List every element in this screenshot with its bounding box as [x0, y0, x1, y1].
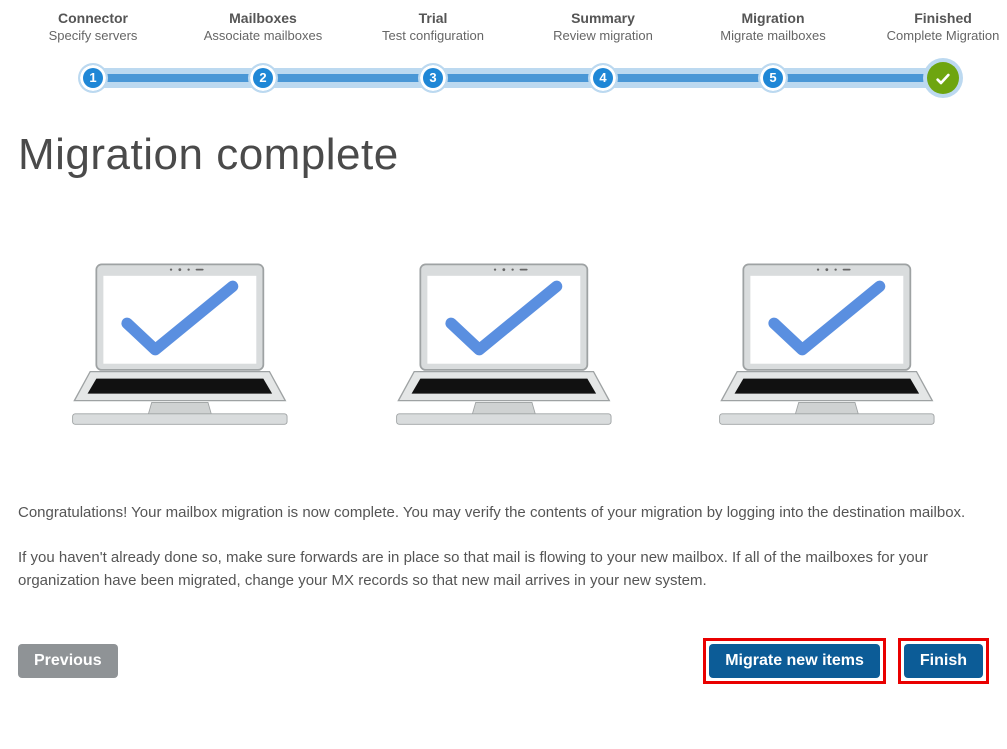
step-title: Trial [353, 10, 513, 26]
step-sub: Migrate mailboxes [693, 28, 853, 43]
step-node-5[interactable]: 5 [760, 65, 786, 91]
step-node-done[interactable] [927, 62, 959, 94]
laptop-illustration [48, 260, 312, 441]
body-paragraph-1: Congratulations! Your mailbox migration … [18, 501, 989, 524]
highlight-finish: Finish [898, 638, 989, 684]
laptop-illustration [372, 260, 636, 441]
step-migration: Migration Migrate mailboxes 5 [693, 10, 853, 43]
laptop-illustration [695, 260, 959, 441]
page-title: Migration complete [18, 130, 989, 180]
step-connector: Connector Specify servers 1 [13, 10, 173, 43]
step-sub: Review migration [523, 28, 683, 43]
step-track-inner [93, 74, 954, 82]
body-paragraph-2: If you haven't already done so, make sur… [18, 546, 989, 593]
step-sub: Complete Migration [863, 28, 1007, 43]
step-mailboxes: Mailboxes Associate mailboxes 2 [183, 10, 343, 43]
step-title: Finished [863, 10, 1007, 26]
step-title: Summary [523, 10, 683, 26]
step-node-3[interactable]: 3 [420, 65, 446, 91]
step-node-2[interactable]: 2 [250, 65, 276, 91]
step-title: Connector [13, 10, 173, 26]
wizard-stepper: Connector Specify servers 1 Mailboxes As… [18, 10, 989, 100]
step-finished: Finished Complete Migration [863, 10, 1007, 43]
button-row: Previous Migrate new items Finish [18, 638, 989, 684]
finish-button[interactable]: Finish [904, 644, 983, 678]
laptops-row [48, 260, 959, 441]
step-title: Migration [693, 10, 853, 26]
check-icon [935, 71, 951, 87]
migrate-new-items-button[interactable]: Migrate new items [709, 644, 880, 678]
step-node-4[interactable]: 4 [590, 65, 616, 91]
step-sub: Associate mailboxes [183, 28, 343, 43]
step-sub: Test configuration [353, 28, 513, 43]
previous-button[interactable]: Previous [18, 644, 118, 678]
step-summary: Summary Review migration 4 [523, 10, 683, 43]
highlight-migrate-new-items: Migrate new items [703, 638, 886, 684]
step-node-1[interactable]: 1 [80, 65, 106, 91]
step-sub: Specify servers [13, 28, 173, 43]
step-title: Mailboxes [183, 10, 343, 26]
step-trial: Trial Test configuration 3 [353, 10, 513, 43]
